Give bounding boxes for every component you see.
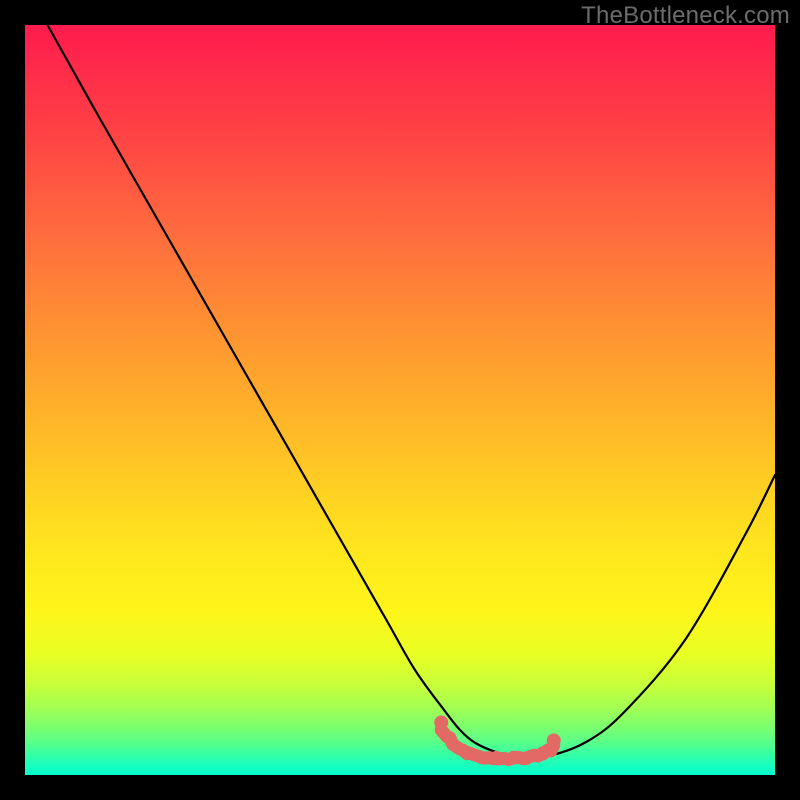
marker-endpoint (547, 734, 561, 748)
chart-svg (25, 25, 775, 775)
marker-endpoint (434, 716, 448, 730)
chart-root: TheBottleneck.com (0, 0, 800, 800)
bottleneck-curve (48, 25, 776, 757)
watermark-text: TheBottleneck.com (581, 2, 790, 30)
plot-area (25, 25, 775, 775)
